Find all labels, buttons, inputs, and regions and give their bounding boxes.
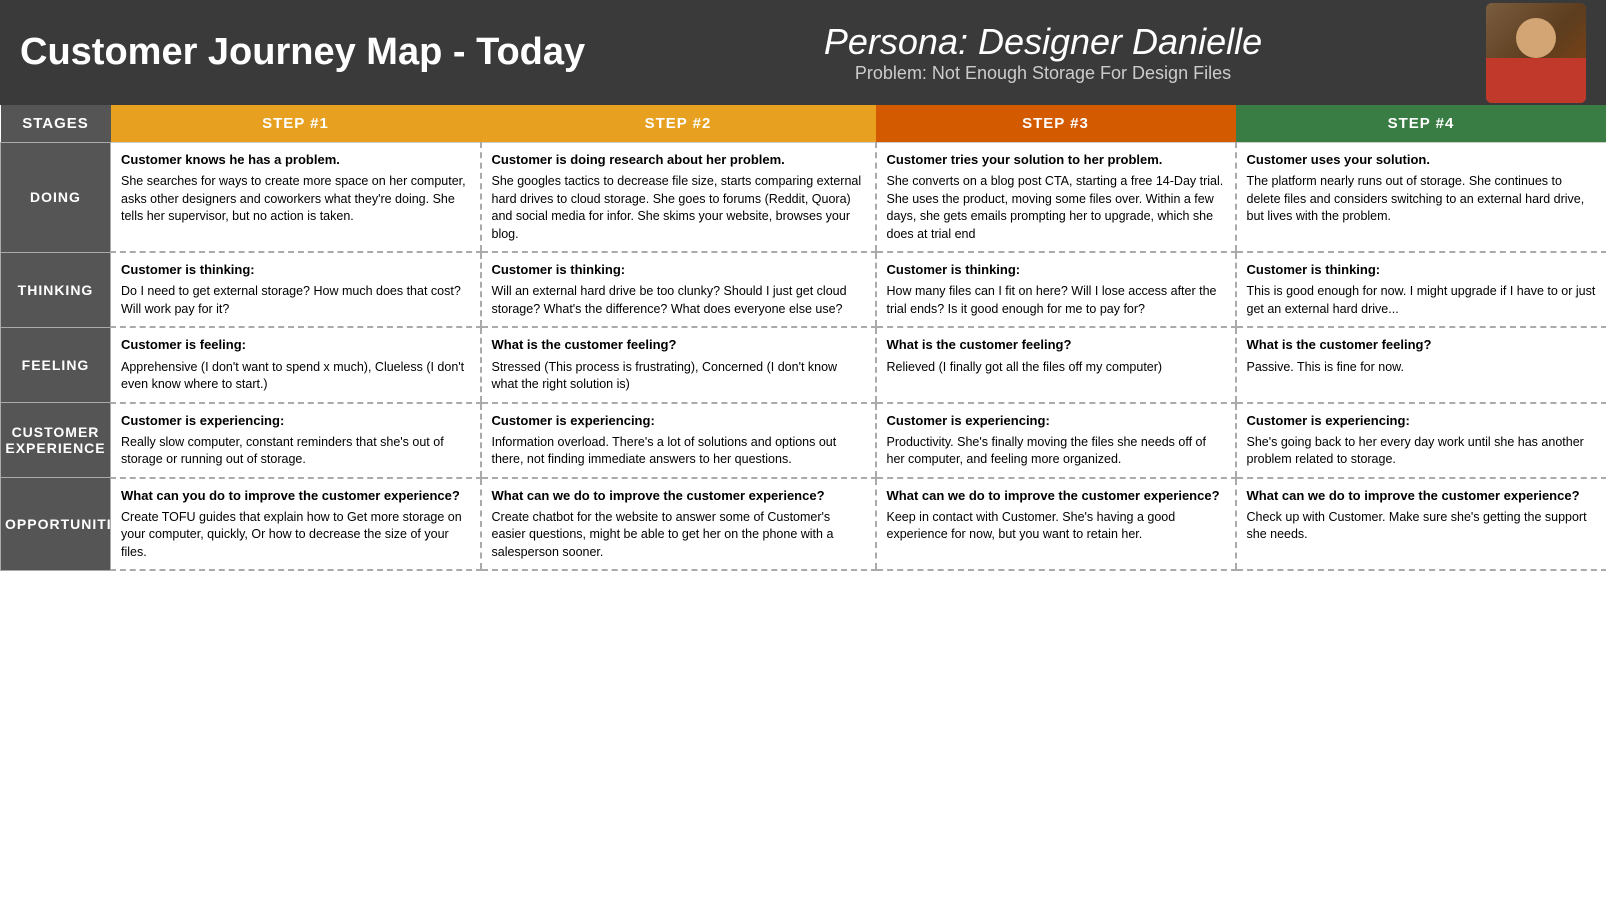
cx-step4: Customer is experiencing: She's going ba… <box>1236 403 1606 478</box>
opp-step3: What can we do to improve the customer e… <box>876 478 1236 571</box>
step2-header: STEP #2 <box>481 105 876 143</box>
cx-step3: Customer is experiencing: Productivity. … <box>876 403 1236 478</box>
feeling-step3: What is the customer feeling? Relieved (… <box>876 327 1236 402</box>
opp-step2-heading: What can we do to improve the customer e… <box>492 487 865 505</box>
opp-step4-heading: What can we do to improve the customer e… <box>1247 487 1597 505</box>
doing-label: DOING <box>1 143 111 253</box>
doing-step2-body: She googles tactics to decrease file siz… <box>492 174 862 241</box>
step4-header: STEP #4 <box>1236 105 1606 143</box>
thinking-label: THINKING <box>1 252 111 327</box>
opp-step4-body: Check up with Customer. Make sure she's … <box>1247 510 1587 542</box>
doing-row: DOING Customer knows he has a problem. S… <box>1 143 1606 253</box>
feeling-step3-heading: What is the customer feeling? <box>887 336 1225 354</box>
opp-step4: What can we do to improve the customer e… <box>1236 478 1606 571</box>
thinking-step2-body: Will an external hard drive be too clunk… <box>492 284 847 316</box>
thinking-step1: Customer is thinking: Do I need to get e… <box>111 252 481 327</box>
cx-step3-heading: Customer is experiencing: <box>887 412 1225 430</box>
feeling-step4-heading: What is the customer feeling? <box>1247 336 1597 354</box>
doing-step1-body: She searches for ways to create more spa… <box>121 174 466 223</box>
feeling-step3-body: Relieved (I finally got all the files of… <box>887 360 1163 374</box>
thinking-step4-heading: Customer is thinking: <box>1247 261 1597 279</box>
cx-step2-heading: Customer is experiencing: <box>492 412 865 430</box>
cx-row: CUSTOMER EXPERIENCE Customer is experien… <box>1 403 1606 478</box>
feeling-step1-body: Apprehensive (I don't want to spend x mu… <box>121 360 464 392</box>
thinking-step3-body: How many files can I fit on here? Will I… <box>887 284 1217 316</box>
cx-step2-body: Information overload. There's a lot of s… <box>492 435 837 467</box>
step-header-row: STAGES STEP #1 STEP #2 STEP #3 STEP #4 <box>1 105 1606 143</box>
opp-step1-heading: What can you do to improve the customer … <box>121 487 470 505</box>
opportunities-label: OPPORTUNITIES <box>1 478 111 571</box>
thinking-row: THINKING Customer is thinking: Do I need… <box>1 252 1606 327</box>
feeling-step2-heading: What is the customer feeling? <box>492 336 865 354</box>
cx-step1-body: Really slow computer, constant reminders… <box>121 435 444 467</box>
thinking-step1-heading: Customer is thinking: <box>121 261 470 279</box>
feeling-step4-body: Passive. This is fine for now. <box>1247 360 1404 374</box>
opp-step3-body: Keep in contact with Customer. She's hav… <box>887 510 1176 542</box>
opportunities-row: OPPORTUNITIES What can you do to improve… <box>1 478 1606 571</box>
feeling-step1-heading: Customer is feeling: <box>121 336 470 354</box>
doing-step2: Customer is doing research about her pro… <box>481 143 876 253</box>
persona-section: Persona: Designer Danielle Problem: Not … <box>600 21 1486 84</box>
doing-step1: Customer knows he has a problem. She sea… <box>111 143 481 253</box>
thinking-step3-heading: Customer is thinking: <box>887 261 1225 279</box>
page-title: Customer Journey Map - Today <box>20 32 600 74</box>
feeling-step4: What is the customer feeling? Passive. T… <box>1236 327 1606 402</box>
doing-step4: Customer uses your solution. The platfor… <box>1236 143 1606 253</box>
doing-step3-body: She converts on a blog post CTA, startin… <box>887 174 1224 241</box>
feeling-step1: Customer is feeling: Apprehensive (I don… <box>111 327 481 402</box>
thinking-step3: Customer is thinking: How many files can… <box>876 252 1236 327</box>
cx-step4-heading: Customer is experiencing: <box>1247 412 1597 430</box>
cx-step4-body: She's going back to her every day work u… <box>1247 435 1584 467</box>
opp-step2: What can we do to improve the customer e… <box>481 478 876 571</box>
feeling-step2: What is the customer feeling? Stressed (… <box>481 327 876 402</box>
cx-label: CUSTOMER EXPERIENCE <box>1 403 111 478</box>
avatar-image <box>1486 3 1586 103</box>
opp-step1-body: Create TOFU guides that explain how to G… <box>121 510 462 559</box>
header: Customer Journey Map - Today Persona: De… <box>0 0 1606 105</box>
cx-step1: Customer is experiencing: Really slow co… <box>111 403 481 478</box>
step3-header: STEP #3 <box>876 105 1236 143</box>
cx-step2: Customer is experiencing: Information ov… <box>481 403 876 478</box>
doing-step3-heading: Customer tries your solution to her prob… <box>887 151 1225 169</box>
persona-name: Persona: Designer Danielle <box>600 21 1486 63</box>
doing-step1-heading: Customer knows he has a problem. <box>121 151 470 169</box>
header-title-section: Customer Journey Map - Today <box>20 32 600 74</box>
thinking-step2: Customer is thinking: Will an external h… <box>481 252 876 327</box>
cx-step1-heading: Customer is experiencing: <box>121 412 470 430</box>
thinking-step4: Customer is thinking: This is good enoug… <box>1236 252 1606 327</box>
feeling-label: FEELING <box>1 327 111 402</box>
doing-step4-heading: Customer uses your solution. <box>1247 151 1597 169</box>
doing-step3: Customer tries your solution to her prob… <box>876 143 1236 253</box>
cx-step3-body: Productivity. She's finally moving the f… <box>887 435 1206 467</box>
step1-header: STEP #1 <box>111 105 481 143</box>
stages-header: STAGES <box>1 105 111 143</box>
avatar <box>1486 3 1586 103</box>
thinking-step4-body: This is good enough for now. I might upg… <box>1247 284 1596 316</box>
persona-problem: Problem: Not Enough Storage For Design F… <box>600 63 1486 84</box>
opp-step2-body: Create chatbot for the website to answer… <box>492 510 834 559</box>
thinking-step1-body: Do I need to get external storage? How m… <box>121 284 461 316</box>
doing-step4-body: The platform nearly runs out of storage.… <box>1247 174 1585 223</box>
journey-map-table: STAGES STEP #1 STEP #2 STEP #3 STEP #4 D… <box>0 105 1606 571</box>
doing-step2-heading: Customer is doing research about her pro… <box>492 151 865 169</box>
feeling-step2-body: Stressed (This process is frustrating), … <box>492 360 838 392</box>
feeling-row: FEELING Customer is feeling: Apprehensiv… <box>1 327 1606 402</box>
opp-step3-heading: What can we do to improve the customer e… <box>887 487 1225 505</box>
opp-step1: What can you do to improve the customer … <box>111 478 481 571</box>
thinking-step2-heading: Customer is thinking: <box>492 261 865 279</box>
